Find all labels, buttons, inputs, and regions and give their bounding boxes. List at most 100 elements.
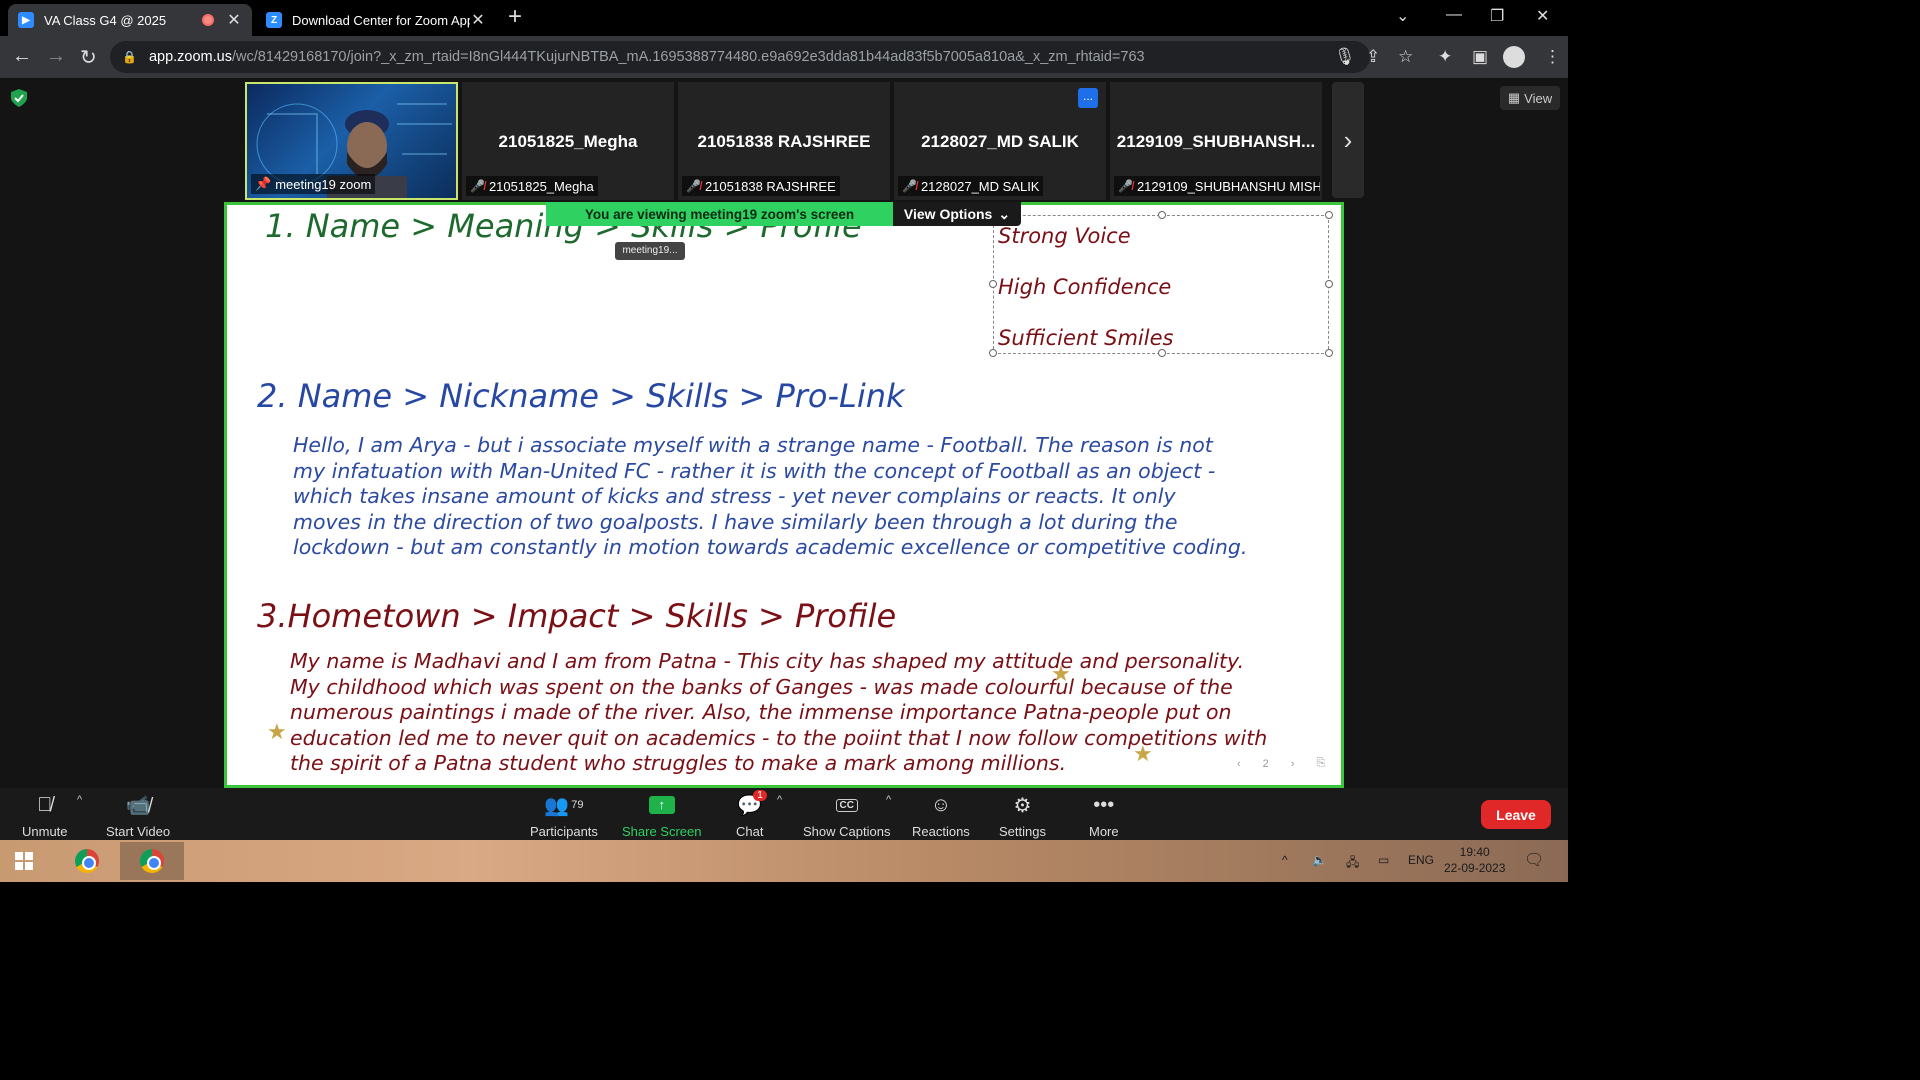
next-slide-icon[interactable]: › bbox=[1291, 758, 1295, 770]
notifications-icon[interactable]: 🗨 bbox=[1524, 850, 1544, 870]
reactions-button[interactable]: ☺ Reactions bbox=[912, 792, 970, 840]
tile-name-label: 🎤̸ 2128027_MD SALIK bbox=[898, 176, 1044, 196]
profile-avatar[interactable] bbox=[1503, 46, 1525, 68]
network-icon[interactable]: 🖧 bbox=[1346, 853, 1359, 874]
grid-icon: ▦ bbox=[1507, 90, 1521, 105]
side-panel-icon[interactable]: ▣ bbox=[1472, 47, 1488, 67]
more-button[interactable]: ••• More bbox=[1089, 792, 1119, 840]
tile-more-options-button[interactable]: ... bbox=[1078, 88, 1098, 108]
video-tile-participant[interactable]: 21051825_Megha 🎤̸ 21051825_Megha bbox=[462, 82, 674, 200]
url-path: /wc/81429168170/join?_x_zm_rtaid=I8nGl44… bbox=[231, 49, 1145, 65]
chat-options-caret-icon[interactable]: ^ bbox=[777, 794, 782, 806]
tab-title: Download Center for Zoom Apps bbox=[292, 12, 470, 28]
tab-download-center[interactable]: Z Download Center for Zoom Apps ✕ bbox=[256, 4, 496, 36]
video-tile-participant[interactable]: 21051838 RAJSHREE 🎤̸ 21051838 RAJSHREE bbox=[678, 82, 890, 200]
tab-search-icon[interactable]: ⌄ bbox=[1396, 6, 1409, 26]
windows-taskbar: ^ 🔈 🖧 ▭ ENG 19:40 22-09-2023 🗨 bbox=[0, 840, 1568, 882]
share-screen-icon: ↑ bbox=[648, 792, 675, 818]
video-tile-host[interactable]: 📌 meeting19 zoom bbox=[245, 82, 458, 200]
resize-handle[interactable] bbox=[989, 280, 997, 288]
share-icon[interactable]: ⇪ bbox=[1366, 47, 1380, 67]
view-button[interactable]: ▦ View bbox=[1500, 86, 1560, 110]
close-window-icon[interactable]: ✕ bbox=[1536, 6, 1549, 26]
next-page-chevron-icon[interactable]: › bbox=[1332, 82, 1364, 198]
tile-name-label: 🎤̸ 21051825_Megha bbox=[466, 176, 598, 196]
reload-icon[interactable]: ↻ bbox=[80, 45, 97, 70]
slide-textbox-selected[interactable]: Strong Voice High Confidence Sufficient … bbox=[989, 211, 1333, 357]
slide-heading-3: 3.Hometown > Impact > Skills > Profile bbox=[257, 597, 897, 635]
address-bar[interactable]: 🔒 app.zoom.us/wc/81429168170/join?_x_zm_… bbox=[110, 41, 1370, 73]
security-shield-icon[interactable] bbox=[10, 88, 28, 108]
forward-icon[interactable]: → bbox=[46, 45, 66, 68]
smiley-plus-icon: ☺ bbox=[930, 793, 952, 816]
resize-handle[interactable] bbox=[1158, 349, 1166, 357]
share-screen-button[interactable]: ↑ Share Screen bbox=[622, 792, 702, 839]
textbox-line: High Confidence bbox=[998, 275, 1172, 299]
slide-paragraph-2: Hello, I am Arya - but i associate mysel… bbox=[293, 433, 1248, 560]
settings-button[interactable]: ⚙ Settings bbox=[999, 792, 1046, 840]
minimize-icon[interactable]: — bbox=[1446, 6, 1462, 24]
video-tile-participant[interactable]: ... 2128027_MD SALIK 🎤̸ 2128027_MD SALIK bbox=[894, 82, 1106, 200]
video-off-icon: 📹̸ bbox=[125, 794, 151, 817]
participants-icon: 👥 79 bbox=[544, 794, 584, 817]
taskbar-clock[interactable]: 19:40 22-09-2023 bbox=[1444, 844, 1505, 876]
chrome-taskbar-icon[interactable] bbox=[58, 842, 116, 880]
slide-navigation: ‹ 2 › ⎘ bbox=[1237, 757, 1325, 770]
resize-handle[interactable] bbox=[1325, 280, 1333, 288]
back-icon[interactable]: ← bbox=[12, 45, 32, 68]
menu-icon[interactable]: ⋮ bbox=[1544, 47, 1561, 67]
browser-toolbar: ← → ↻ 🔒 app.zoom.us/wc/81429168170/join?… bbox=[0, 36, 1568, 78]
battery-icon[interactable]: ▭ bbox=[1378, 853, 1389, 867]
shared-screen: 1. Name > Meaning > Skills > Profile Str… bbox=[224, 202, 1344, 788]
tab-va-class[interactable]: ▶ VA Class G4 @ 2025 ✕ bbox=[8, 4, 252, 36]
more-dots-icon: ••• bbox=[1093, 793, 1115, 816]
lock-icon: 🔒 bbox=[122, 50, 137, 64]
captions-options-caret-icon[interactable]: ^ bbox=[886, 794, 891, 806]
close-tab-icon[interactable]: ✕ bbox=[470, 10, 486, 30]
url-host: app.zoom.us bbox=[148, 49, 232, 65]
pin-icon: 📌 bbox=[255, 176, 272, 191]
participants-button[interactable]: 👥 79 Participants bbox=[530, 792, 598, 840]
prev-slide-icon[interactable]: ‹ bbox=[1237, 758, 1241, 770]
unmute-button[interactable]: 🎙̸ Unmute bbox=[22, 792, 68, 840]
show-captions-button[interactable]: CC Show Captions bbox=[803, 792, 890, 839]
resize-handle[interactable] bbox=[1325, 211, 1333, 219]
slide-paragraph-3: My name is Madhavi and I am from Patna -… bbox=[290, 649, 1268, 776]
resize-handle[interactable] bbox=[989, 349, 997, 357]
view-options-button[interactable]: View Options ⌄ bbox=[893, 202, 1021, 226]
chat-badge: 1 bbox=[753, 790, 767, 801]
bookmark-star-icon[interactable]: ☆ bbox=[1398, 47, 1413, 67]
muted-mic-icon: 🎤̸ bbox=[686, 179, 701, 193]
video-tile-participant[interactable]: 2129109_SHUBHANSH... 🎤̸ 2129109_SHUBHANS… bbox=[1110, 82, 1322, 200]
new-tab-button[interactable]: + bbox=[508, 5, 522, 29]
language-indicator[interactable]: ENG bbox=[1408, 853, 1434, 867]
chat-icon: 💬 1 bbox=[737, 790, 767, 818]
resize-handle[interactable] bbox=[1158, 211, 1166, 219]
leave-button[interactable]: Leave bbox=[1481, 800, 1551, 829]
textbox-line: Sufficient Smiles bbox=[998, 326, 1174, 350]
tray-overflow-icon[interactable]: ^ bbox=[1282, 853, 1288, 867]
microphone-icon[interactable]: 🎙 bbox=[1334, 47, 1356, 67]
textbox-line: Strong Voice bbox=[998, 224, 1131, 248]
extensions-icon[interactable]: ✦ bbox=[1438, 47, 1452, 67]
star-decoration-icon: ★ bbox=[267, 719, 287, 744]
popout-icon[interactable]: ⎘ bbox=[1316, 757, 1325, 770]
cc-icon: CC bbox=[835, 792, 858, 818]
tile-name-label: 🎤̸ 21051838 RAJSHREE bbox=[682, 176, 840, 196]
chat-button[interactable]: 💬 1 Chat bbox=[736, 790, 767, 839]
start-video-button[interactable]: 📹̸ Start Video bbox=[106, 792, 170, 840]
browser-tab-bar: ▶ VA Class G4 @ 2025 ✕ Z Download Center… bbox=[0, 0, 1568, 36]
chrome-taskbar-icon-active[interactable] bbox=[120, 842, 184, 880]
windows-start-icon[interactable] bbox=[6, 842, 42, 880]
participant-display-name: 2129109_SHUBHANSH... bbox=[1116, 132, 1316, 151]
volume-icon[interactable]: 🔈 bbox=[1312, 853, 1327, 867]
close-tab-icon[interactable]: ✕ bbox=[226, 10, 242, 30]
audio-options-caret-icon[interactable]: ^ bbox=[77, 794, 82, 806]
muted-mic-icon: 🎤̸ bbox=[1118, 179, 1133, 193]
recording-icon bbox=[202, 14, 214, 26]
restore-icon[interactable]: ❐ bbox=[1490, 6, 1504, 26]
host-name-tooltip: meeting19... bbox=[615, 242, 685, 260]
resize-handle[interactable] bbox=[1325, 349, 1333, 357]
participant-display-name: 21051825_Megha bbox=[498, 132, 638, 151]
participant-display-name: 21051838 RAJSHREE bbox=[697, 132, 871, 151]
